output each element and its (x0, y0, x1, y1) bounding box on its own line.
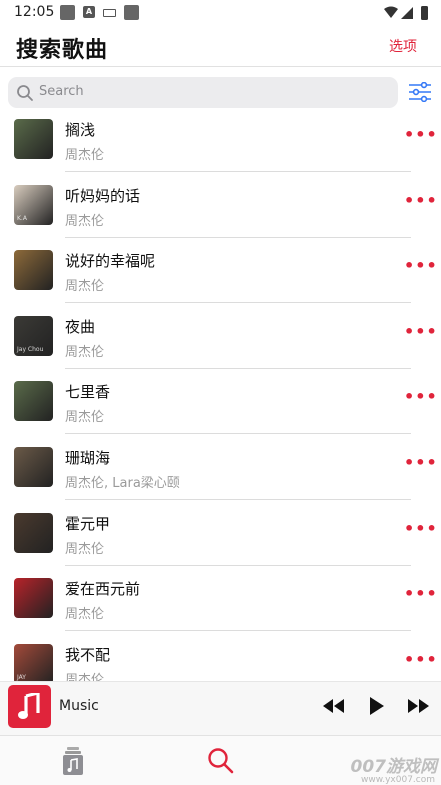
song-row[interactable]: 七里香周杰伦 ••• (0, 376, 441, 442)
status-time: 12:05 (14, 4, 55, 20)
more-options-icon[interactable]: ••• (404, 322, 437, 342)
song-title: 搁浅 (65, 121, 96, 139)
player-cover (8, 685, 51, 728)
rewind-icon[interactable] (320, 695, 346, 717)
watermark-url: www.yx007.com (360, 775, 435, 785)
album-art (14, 381, 53, 422)
album-art (14, 578, 53, 619)
song-artist: 周杰伦 (65, 148, 105, 163)
search-row: Search (0, 70, 441, 114)
more-options-icon[interactable]: ••• (404, 256, 437, 276)
album-art (14, 119, 53, 159)
album-art (14, 512, 53, 553)
album-art (14, 447, 53, 487)
watermark-text: 007游戏网 (350, 757, 438, 777)
play-icon[interactable] (364, 695, 390, 717)
notification-icon-2 (124, 5, 139, 20)
more-options-icon[interactable]: ••• (404, 191, 437, 211)
search-placeholder: Search (39, 84, 84, 99)
tab-bar: 007游戏网 www.yx007.com (0, 736, 441, 785)
search-input[interactable]: Search (8, 77, 398, 108)
more-options-icon[interactable]: ••• (404, 519, 437, 539)
song-list: 搁浅 周杰伦 ••• K.A 听妈妈的话 周杰伦 ••• 说好的幸福呢 周杰伦 ••• Jay Ch… (0, 114, 441, 681)
more-options-icon[interactable]: ••• (404, 584, 437, 604)
song-artist: 周杰伦 (65, 672, 105, 681)
song-row[interactable]: JAY 我不配周杰伦 ••• (0, 639, 441, 681)
song-title: 爱在西元前 (65, 580, 141, 599)
fast-forward-icon[interactable] (406, 695, 432, 717)
row-divider (65, 171, 411, 172)
song-title: 霍元甲 (65, 514, 111, 533)
song-artist: 周杰伦 (65, 541, 105, 557)
player-title: Music (59, 698, 99, 714)
status-bar: 12:05 A (0, 0, 441, 26)
album-art: JAY (14, 643, 53, 681)
a-badge-icon: A (83, 6, 95, 18)
row-divider (65, 433, 411, 435)
song-title: 我不配 (65, 645, 111, 664)
song-title: 七里香 (65, 383, 111, 402)
album-art-text: K.A (17, 214, 27, 222)
more-options-icon[interactable]: ••• (404, 125, 437, 145)
row-divider (65, 236, 411, 238)
row-divider (65, 302, 411, 304)
song-title: 珊瑚海 (65, 449, 111, 467)
row-divider (65, 564, 411, 566)
song-row[interactable]: K.A 听妈妈的话周杰伦 ••• (0, 180, 441, 246)
song-title: 说好的幸福呢 (65, 252, 156, 271)
library-tab-icon[interactable] (58, 746, 88, 776)
notification-icon (60, 5, 75, 20)
album-art-text: Jay Chou (17, 345, 44, 353)
song-row[interactable]: 珊瑚海周杰伦, Lara梁心颐 ••• (0, 442, 441, 508)
song-row[interactable]: 爱在西元前周杰伦 ••• (0, 573, 441, 639)
song-title: 听妈妈的话 (65, 186, 141, 205)
song-artist: 周杰伦 (65, 607, 105, 623)
signal-battery-icons (384, 6, 428, 20)
mini-player[interactable]: Music (0, 681, 441, 736)
row-divider (65, 499, 411, 500)
more-options-icon[interactable]: ••• (404, 453, 437, 473)
song-artist: 周杰伦 (65, 344, 105, 360)
song-row[interactable]: 霍元甲周杰伦 ••• (0, 508, 441, 574)
song-artist: 周杰伦 (65, 213, 105, 229)
search-tab-icon[interactable] (206, 746, 236, 776)
song-row[interactable]: 搁浅周杰伦 ••• (0, 114, 441, 180)
filter-sliders-icon[interactable] (409, 82, 431, 102)
more-options-icon[interactable]: ••• (404, 387, 437, 407)
row-divider (65, 367, 411, 369)
song-title: 夜曲 (65, 317, 96, 336)
song-row[interactable]: Jay Chou 夜曲周杰伦 ••• (0, 311, 441, 377)
song-artist: 周杰伦 (65, 410, 105, 426)
options-button[interactable]: 选项 (389, 36, 417, 56)
album-art: Jay Chou (14, 315, 53, 356)
more-options-icon[interactable]: ••• (404, 650, 437, 670)
song-artist: 周杰伦 (65, 279, 105, 295)
album-art: K.A (14, 184, 53, 225)
search-icon (17, 85, 33, 101)
music-note-icon (18, 693, 40, 719)
album-art (14, 250, 53, 291)
page-header: 搜索歌曲 选项 (0, 26, 441, 67)
row-divider (65, 630, 411, 632)
keyboard-icon (103, 9, 116, 17)
page-title: 搜索歌曲 (16, 38, 109, 63)
song-row[interactable]: 说好的幸福呢 周杰伦 ••• (0, 245, 441, 311)
album-art-text: JAY (17, 673, 26, 681)
song-artist: 周杰伦, Lara梁心颐 (65, 476, 180, 491)
